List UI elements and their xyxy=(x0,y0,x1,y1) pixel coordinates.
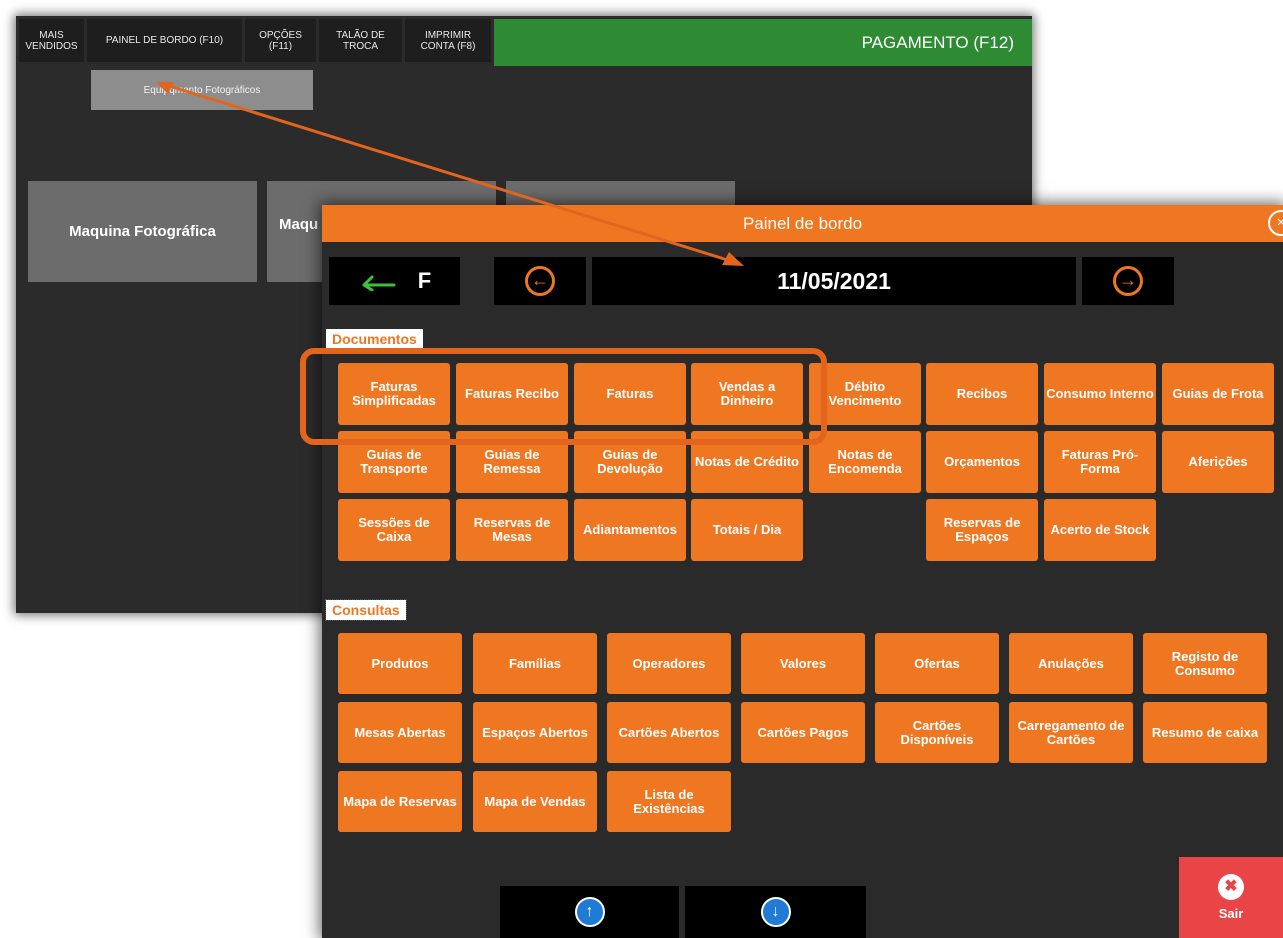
product-tile-label: Maquina Fotográfica xyxy=(69,223,216,240)
documentos-button[interactable]: Vendas a Dinheiro xyxy=(691,363,803,425)
documentos-button[interactable]: Faturas xyxy=(574,363,686,425)
documentos-button[interactable]: Sessões de Caixa xyxy=(338,499,450,561)
consultas-button[interactable]: Produtos xyxy=(338,633,462,694)
consultas-button[interactable]: Anulações xyxy=(1009,633,1133,694)
consultas-button[interactable]: Operadores xyxy=(607,633,731,694)
documentos-button[interactable]: Recibos xyxy=(926,363,1038,425)
scroll-down-button[interactable]: ↓ xyxy=(685,886,866,938)
consultas-button[interactable]: Espaços Abertos xyxy=(473,702,597,763)
documentos-button[interactable]: Faturas Simplificadas xyxy=(338,363,450,425)
consultas-button[interactable]: Lista de Existências xyxy=(607,771,731,832)
next-arrow-icon: → xyxy=(1113,266,1143,296)
top-button-talao-de-troca[interactable]: TALÃO DE TROCA xyxy=(319,19,402,62)
back-button[interactable]: F xyxy=(329,257,460,305)
documentos-button[interactable]: Notas de Encomenda xyxy=(809,431,921,493)
documentos-button[interactable]: Guias de Remessa xyxy=(456,431,568,493)
documentos-button[interactable]: Débito Vencimento xyxy=(809,363,921,425)
documentos-button[interactable]: Reservas de Mesas xyxy=(456,499,568,561)
exit-button[interactable]: ✖ Sair xyxy=(1179,857,1283,938)
exit-label: Sair xyxy=(1218,906,1244,921)
documentos-button[interactable]: Notas de Crédito xyxy=(691,431,803,493)
payment-button[interactable]: PAGAMENTO (F12) xyxy=(494,19,1032,66)
section-consultas-title: Consultas xyxy=(325,599,407,621)
documentos-button[interactable]: Aferições xyxy=(1162,431,1274,493)
scroll-up-button[interactable]: ↑ xyxy=(500,886,679,938)
consultas-button[interactable]: Carregamento de Cartões xyxy=(1009,702,1133,763)
documentos-button[interactable]: Reservas de Espaços xyxy=(926,499,1038,561)
consultas-button[interactable]: Famílias xyxy=(473,633,597,694)
consultas-button[interactable]: Cartões Disponíveis xyxy=(875,702,999,763)
product-tile-label: Maqu xyxy=(279,216,319,233)
dialog-title: Painel de bordo xyxy=(322,205,1283,242)
consultas-button[interactable]: Ofertas xyxy=(875,633,999,694)
documentos-button[interactable]: Guias de Transporte xyxy=(338,431,450,493)
back-arrow-icon xyxy=(362,275,396,291)
consultas-button[interactable]: Cartões Pagos xyxy=(741,702,865,763)
documentos-button[interactable]: Guias de Frota xyxy=(1162,363,1274,425)
documentos-button[interactable]: Faturas Recibo xyxy=(456,363,568,425)
consultas-button[interactable]: Mesas Abertas xyxy=(338,702,462,763)
category-button[interactable]: Equipqmento Fotográficos xyxy=(91,70,313,110)
documentos-button[interactable]: Faturas Pró-Forma xyxy=(1044,431,1156,493)
section-documentos-title: Documentos xyxy=(326,329,423,349)
top-button-painel-de-bordo[interactable]: PAINEL DE BORDO (F10) xyxy=(87,19,242,62)
consultas-button[interactable]: Resumo de caixa xyxy=(1143,702,1267,763)
painel-de-bordo-dialog: Painel de bordo × F ← 11/05/2021 → Docum… xyxy=(322,205,1283,938)
documentos-button[interactable]: Totais / Dia xyxy=(691,499,803,561)
exit-icon: ✖ xyxy=(1218,874,1244,900)
scroll-down-icon: ↓ xyxy=(760,897,791,927)
top-button-mais-vendidos[interactable]: MAIS VENDIDOS xyxy=(19,19,84,62)
consultas-button[interactable]: Mapa de Reservas xyxy=(338,771,462,832)
consultas-button[interactable]: Registo de Consumo xyxy=(1143,633,1267,694)
scroll-up-icon: ↑ xyxy=(574,897,605,927)
documentos-button[interactable]: Orçamentos xyxy=(926,431,1038,493)
documentos-button[interactable]: Adiantamentos xyxy=(574,499,686,561)
top-button-opcoes[interactable]: OPÇÕES (F11) xyxy=(245,19,316,62)
product-tile-maquina-fotografica[interactable]: Maquina Fotográfica xyxy=(28,181,257,282)
prev-arrow-icon: ← xyxy=(525,266,555,296)
prev-date-button[interactable]: ← xyxy=(494,257,586,305)
consultas-button[interactable]: Cartões Abertos xyxy=(607,702,731,763)
top-button-imprimir-conta[interactable]: IMPRIMIR CONTA (F8) xyxy=(405,19,491,62)
documentos-button[interactable]: Acerto de Stock xyxy=(1044,499,1156,561)
documentos-button[interactable]: Guias de Devolução xyxy=(574,431,686,493)
next-date-button[interactable]: → xyxy=(1082,257,1174,305)
date-display: 11/05/2021 xyxy=(592,257,1076,305)
consultas-button[interactable]: Valores xyxy=(741,633,865,694)
documentos-button[interactable]: Consumo Interno xyxy=(1044,363,1156,425)
consultas-button[interactable]: Mapa de Vendas xyxy=(473,771,597,832)
back-label: F xyxy=(417,268,432,293)
